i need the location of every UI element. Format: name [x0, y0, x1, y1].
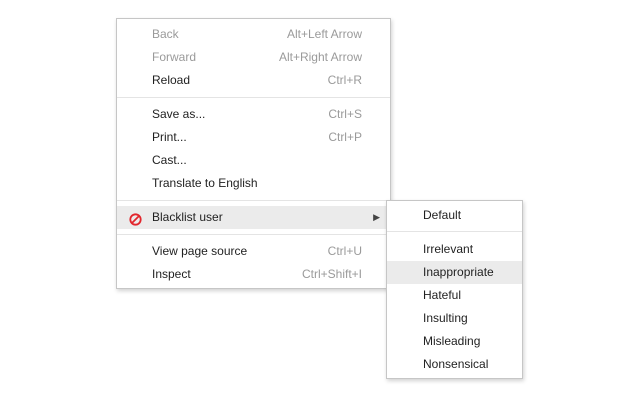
blacklist-submenu: Default Irrelevant Inappropriate Hateful…: [386, 200, 523, 379]
menu-item-shortcut: Ctrl+R: [327, 73, 362, 87]
menu-item-inspect[interactable]: Inspect Ctrl+Shift+I: [117, 263, 390, 286]
menu-item-shortcut: Alt+Right Arrow: [278, 50, 362, 64]
submenu-item-label: Nonsensical: [423, 357, 489, 371]
chevron-right-icon: ▶: [373, 212, 380, 222]
menu-item-shortcut: Ctrl+U: [327, 244, 362, 258]
submenu-item-misleading[interactable]: Misleading: [387, 330, 522, 353]
submenu-item-label: Hateful: [423, 288, 462, 302]
menu-item-label: Back: [152, 27, 179, 41]
menu-item-label: Reload: [152, 73, 191, 87]
menu-separator: [117, 200, 390, 201]
menu-item-save-as[interactable]: Save as... Ctrl+S: [117, 103, 390, 126]
menu-item-shortcut: Ctrl+Shift+I: [301, 267, 362, 281]
menu-item-label: Save as...: [152, 107, 206, 121]
menu-item-shortcut: Ctrl+S: [328, 107, 362, 121]
menu-item-label: Blacklist user: [152, 210, 223, 224]
menu-item-back[interactable]: Back Alt+Left Arrow: [117, 23, 390, 46]
menu-item-reload[interactable]: Reload Ctrl+R: [117, 69, 390, 92]
submenu-item-default[interactable]: Default: [387, 204, 522, 227]
submenu-item-inappropriate[interactable]: Inappropriate: [387, 261, 522, 284]
menu-item-label: Translate to English: [152, 176, 258, 190]
menu-item-label: Cast...: [152, 153, 187, 167]
menu-item-forward[interactable]: Forward Alt+Right Arrow: [117, 46, 390, 69]
menu-item-shortcut: Alt+Left Arrow: [286, 27, 362, 41]
menu-item-shortcut: Ctrl+P: [328, 130, 362, 144]
block-icon: [129, 211, 142, 226]
submenu-item-label: Default: [423, 208, 462, 222]
menu-item-print[interactable]: Print... Ctrl+P: [117, 126, 390, 149]
submenu-item-irrelevant[interactable]: Irrelevant: [387, 238, 522, 261]
submenu-item-insulting[interactable]: Insulting: [387, 307, 522, 330]
menu-separator: [117, 234, 390, 235]
menu-item-view-source[interactable]: View page source Ctrl+U: [117, 240, 390, 263]
submenu-item-hateful[interactable]: Hateful: [387, 284, 522, 307]
menu-item-label: Forward: [152, 50, 197, 64]
submenu-item-nonsensical[interactable]: Nonsensical: [387, 353, 522, 376]
menu-item-blacklist-user[interactable]: Blacklist user ▶: [117, 206, 390, 229]
submenu-item-label: Irrelevant: [423, 242, 474, 256]
submenu-separator: [387, 231, 522, 232]
context-menu: Back Alt+Left Arrow Forward Alt+Right Ar…: [116, 18, 391, 289]
menu-item-cast[interactable]: Cast...: [117, 149, 390, 172]
menu-item-translate[interactable]: Translate to English: [117, 172, 390, 195]
menu-item-label: Print...: [152, 130, 187, 144]
submenu-item-label: Inappropriate: [423, 265, 494, 279]
menu-item-label: View page source: [152, 244, 248, 258]
menu-item-label: Inspect: [152, 267, 191, 281]
submenu-item-label: Misleading: [423, 334, 481, 348]
submenu-item-label: Insulting: [423, 311, 468, 325]
menu-separator: [117, 97, 390, 98]
